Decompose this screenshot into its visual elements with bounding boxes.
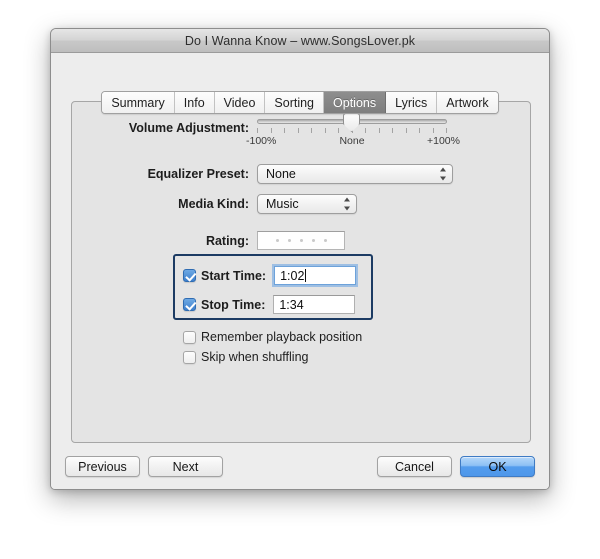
tab-info[interactable]: Info — [174, 92, 215, 113]
star-icon[interactable] — [299, 239, 303, 242]
volume-adjustment-label: Volume Adjustment: — [128, 121, 249, 135]
equalizer-preset-label: Equalizer Preset: — [147, 167, 249, 181]
star-icon[interactable] — [287, 239, 291, 242]
stop-time-label: Stop Time: — [201, 297, 266, 312]
remember-playback-row[interactable]: Remember playback position — [183, 330, 362, 344]
equalizer-preset-select[interactable]: None — [257, 164, 453, 184]
rating-label: Rating: — [205, 233, 249, 248]
stop-time-input[interactable]: 1:34 — [273, 295, 356, 314]
song-info-dialog: Do I Wanna Know – www.SongsLover.pk Summ… — [50, 28, 550, 490]
star-icon[interactable] — [323, 239, 327, 242]
window-title: Do I Wanna Know – www.SongsLover.pk — [184, 33, 416, 48]
volume-slider[interactable]: -100% None +100% — [246, 111, 460, 147]
remember-playback-checkbox[interactable] — [183, 330, 196, 344]
skip-shuffling-row[interactable]: Skip when shuffling — [183, 350, 308, 364]
skip-shuffling-label: Skip when shuffling — [201, 350, 309, 364]
skip-shuffling-checkbox[interactable] — [183, 350, 196, 364]
media-kind-row: Media Kind: Music — [51, 194, 549, 214]
start-time-value: 1:02 — [280, 268, 305, 283]
start-time-checkbox[interactable] — [183, 269, 196, 282]
tab-summary[interactable]: Summary — [102, 92, 175, 113]
tab-lyrics[interactable]: Lyrics — [386, 92, 438, 113]
chevron-updown-icon — [343, 197, 350, 211]
tab-sorting[interactable]: Sorting — [265, 92, 325, 113]
stop-time-checkbox[interactable] — [183, 298, 196, 311]
tab-video[interactable]: Video — [214, 92, 266, 113]
tab-group: Summary Info Video Sorting Options Lyric… — [101, 91, 499, 114]
remember-playback-label: Remember playback position — [201, 330, 363, 344]
cancel-button[interactable]: Cancel — [377, 456, 452, 477]
rating-stars-input[interactable] — [257, 231, 345, 250]
dialog-body: Summary Info Video Sorting Options Lyric… — [51, 53, 549, 489]
tab-options[interactable]: Options — [324, 92, 387, 113]
chevron-updown-icon — [439, 167, 446, 181]
media-kind-value: Music — [266, 197, 299, 211]
stop-time-value: 1:34 — [279, 297, 304, 312]
equalizer-preset-row: Equalizer Preset: None — [51, 164, 549, 184]
next-button[interactable]: Next — [148, 456, 223, 477]
volume-max-label: +100% — [427, 135, 460, 147]
tab-artwork[interactable]: Artwork — [437, 92, 498, 113]
window-titlebar: Do I Wanna Know – www.SongsLover.pk — [51, 29, 549, 53]
dialog-footer: Previous Next Cancel OK — [51, 446, 549, 489]
volume-adjustment-row: Volume Adjustment: -100% None +100% — [51, 111, 549, 147]
media-kind-label: Media Kind: — [178, 197, 249, 211]
start-time-row: Start Time: 1:02 — [183, 266, 357, 285]
ok-button[interactable]: OK — [460, 456, 535, 477]
tab-bar: Summary Info Video Sorting Options Lyric… — [51, 91, 549, 114]
start-time-label: Start Time: — [201, 268, 267, 283]
volume-min-label: -100% — [246, 135, 277, 147]
equalizer-preset-value: None — [266, 167, 296, 181]
media-kind-select[interactable]: Music — [257, 194, 357, 214]
rating-row: Rating: — [51, 231, 549, 250]
stop-time-row: Stop Time: 1:34 — [183, 295, 356, 314]
text-caret — [305, 269, 307, 282]
previous-button[interactable]: Previous — [65, 456, 140, 477]
star-icon[interactable] — [311, 239, 315, 242]
star-icon[interactable] — [275, 239, 279, 242]
volume-mid-label: None — [339, 135, 365, 147]
start-time-input[interactable]: 1:02 — [274, 266, 357, 285]
